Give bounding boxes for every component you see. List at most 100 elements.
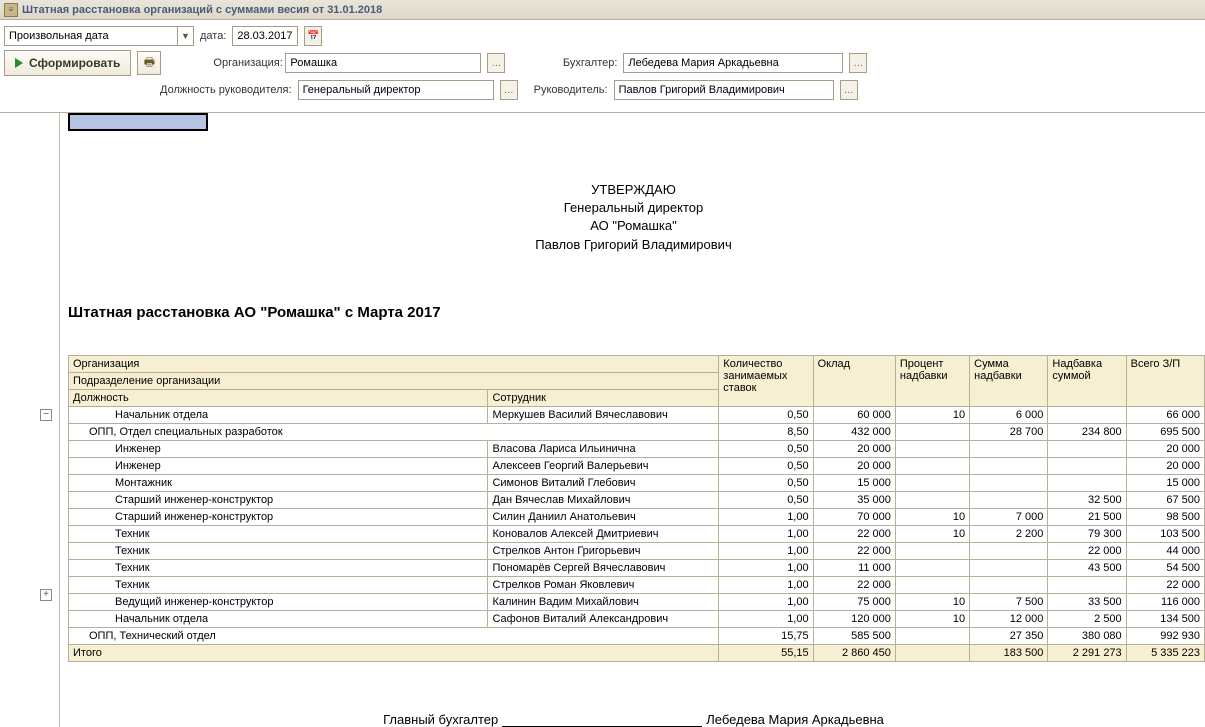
pos-label: Должность руководителя:	[160, 84, 292, 96]
row-nad: 22 000	[1048, 542, 1126, 559]
row-name: ОПП, Технический отдел	[69, 627, 719, 644]
row-sum: 7 500	[970, 593, 1048, 610]
window-titlebar: ≡ Штатная расстановка организаций с сумм…	[0, 0, 1205, 20]
total-nad: 2 291 273	[1048, 644, 1126, 661]
total-row: Итого 55,15 2 860 450 183 500 2 291 273 …	[69, 644, 1205, 661]
row-total: 15 000	[1126, 474, 1204, 491]
row-total: 103 500	[1126, 525, 1204, 542]
row-sum: 2 200	[970, 525, 1048, 542]
row-total: 20 000	[1126, 440, 1204, 457]
row-total: 67 500	[1126, 491, 1204, 508]
table-row: ИнженерАлексеев Георгий Валерьевич0,5020…	[69, 457, 1205, 474]
row-name: Инженер	[69, 457, 488, 474]
row-sum: 12 000	[970, 610, 1048, 627]
date-mode-value[interactable]	[5, 27, 177, 45]
row-name: Начальник отдела	[69, 610, 488, 627]
row-sum: 28 700	[970, 423, 1048, 440]
row-qty: 0,50	[719, 406, 813, 423]
row-sum	[970, 542, 1048, 559]
row-sum	[970, 457, 1048, 474]
report-title: Штатная расстановка АО "Ромашка" с Марта…	[68, 304, 1205, 321]
row-pct: 10	[895, 525, 969, 542]
row-employee: Пономарёв Сергей Вячеславович	[488, 559, 719, 576]
hdr-pct: Процент надбавки	[895, 355, 969, 406]
row-oklad: 15 000	[813, 474, 895, 491]
buh-picker-button[interactable]: …	[849, 53, 867, 73]
row-qty: 8,50	[719, 423, 813, 440]
table-row: Начальник отделаМеркушев Василий Вячесла…	[69, 406, 1205, 423]
row-sum: 27 350	[970, 627, 1048, 644]
approve-line2: Генеральный директор	[62, 199, 1205, 217]
row-employee: Калинин Вадим Михайлович	[488, 593, 719, 610]
print-settings-icon[interactable]: 🖶	[137, 51, 161, 75]
row-total: 44 000	[1126, 542, 1204, 559]
window-icon: ≡	[4, 3, 18, 17]
total-pct	[895, 644, 969, 661]
row-employee: Сафонов Виталий Александрович	[488, 610, 719, 627]
head-picker-button[interactable]: …	[840, 80, 858, 100]
row-employee: Коновалов Алексей Дмитриевич	[488, 525, 719, 542]
row-nad: 43 500	[1048, 559, 1126, 576]
head-label: Руководитель:	[524, 84, 608, 96]
hdr-sum: Сумма надбавки	[970, 355, 1048, 406]
row-pct	[895, 559, 969, 576]
hdr-employee: Сотрудник	[488, 389, 719, 406]
row-pct	[895, 423, 969, 440]
hdr-org: Организация	[69, 355, 719, 372]
org-field[interactable]: Ромашка	[285, 53, 481, 73]
table-row: ТехникКоновалов Алексей Дмитриевич1,0022…	[69, 525, 1205, 542]
row-employee: Силин Даниил Анатольевич	[488, 508, 719, 525]
row-sum	[970, 491, 1048, 508]
hdr-nad: Надбавка суммой	[1048, 355, 1126, 406]
row-employee: Стрелков Роман Яковлевич	[488, 576, 719, 593]
date-field[interactable]: 28.03.2017	[232, 26, 298, 46]
row-nad	[1048, 406, 1126, 423]
row-employee: Алексеев Георгий Валерьевич	[488, 457, 719, 474]
calendar-icon[interactable]: 📅	[304, 26, 322, 46]
row-name: Техник	[69, 525, 488, 542]
row-oklad: 11 000	[813, 559, 895, 576]
row-qty: 0,50	[719, 474, 813, 491]
row-oklad: 20 000	[813, 457, 895, 474]
row-oklad: 35 000	[813, 491, 895, 508]
buh-field[interactable]: Лебедева Мария Аркадьевна	[623, 53, 843, 73]
row-sum	[970, 559, 1048, 576]
row-name: Ведущий инженер-конструктор	[69, 593, 488, 610]
head-field[interactable]: Павлов Григорий Владимирович	[614, 80, 834, 100]
chevron-down-icon[interactable]: ▼	[177, 27, 193, 45]
total-sum: 183 500	[970, 644, 1048, 661]
tree-collapse-icon[interactable]: −	[40, 409, 52, 421]
selected-cell[interactable]	[68, 113, 208, 131]
row-nad: 33 500	[1048, 593, 1126, 610]
pos-field[interactable]: Генеральный директор	[298, 80, 494, 100]
footer-name: Лебедева Мария Аркадьевна	[706, 712, 884, 727]
table-row: Ведущий инженер-конструкторКалинин Вадим…	[69, 593, 1205, 610]
date-mode-dropdown[interactable]: ▼	[4, 26, 194, 46]
row-employee: Меркушев Василий Вячеславович	[488, 406, 719, 423]
row-oklad: 120 000	[813, 610, 895, 627]
row-qty: 1,00	[719, 525, 813, 542]
row-employee: Симонов Виталий Глебович	[488, 474, 719, 491]
row-name: Старший инженер-конструктор	[69, 508, 488, 525]
row-nad: 32 500	[1048, 491, 1126, 508]
row-name: Монтажник	[69, 474, 488, 491]
row-oklad: 60 000	[813, 406, 895, 423]
org-picker-button[interactable]: …	[487, 53, 505, 73]
report-table: Организация Количество занимаемых ставок…	[68, 355, 1205, 662]
row-oklad: 22 000	[813, 576, 895, 593]
row-name: Начальник отдела	[69, 406, 488, 423]
generate-button-label: Сформировать	[29, 56, 120, 70]
row-total: 66 000	[1126, 406, 1204, 423]
hdr-position: Должность	[69, 389, 488, 406]
row-pct: 10	[895, 593, 969, 610]
pos-picker-button[interactable]: …	[500, 80, 518, 100]
row-total: 20 000	[1126, 457, 1204, 474]
row-nad: 2 500	[1048, 610, 1126, 627]
table-row: Начальник отделаСафонов Виталий Александ…	[69, 610, 1205, 627]
row-pct: 10	[895, 508, 969, 525]
table-row: ОПП, Отдел специальных разработок8,50432…	[69, 423, 1205, 440]
tree-expand-icon[interactable]: +	[40, 589, 52, 601]
row-pct	[895, 491, 969, 508]
generate-button[interactable]: Сформировать	[4, 50, 131, 76]
row-qty: 0,50	[719, 440, 813, 457]
